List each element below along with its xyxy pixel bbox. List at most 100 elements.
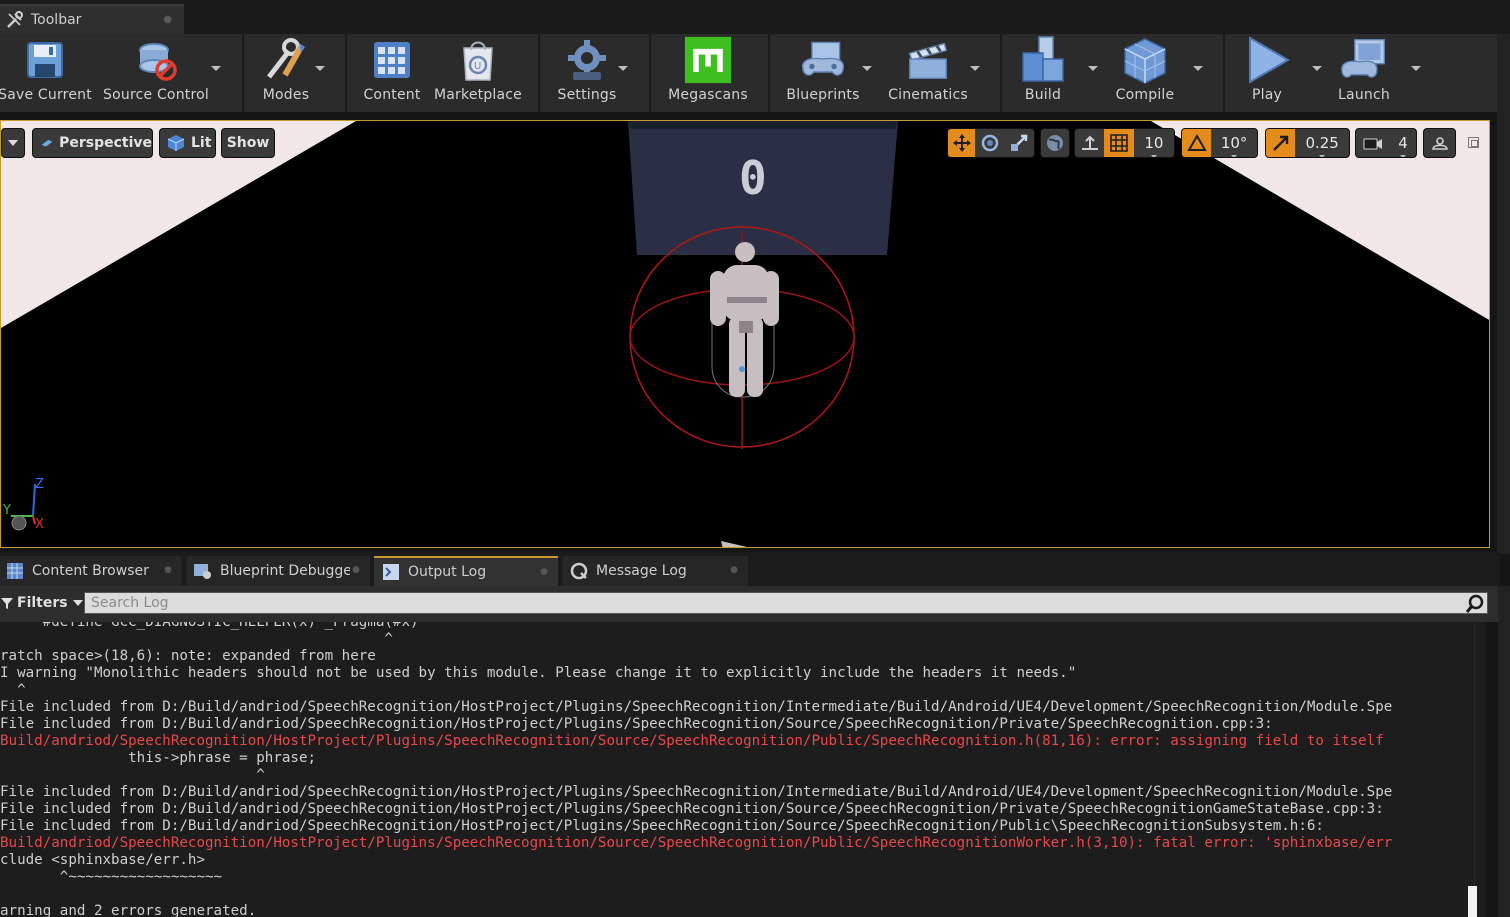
- tab-label: Blueprint Debugge: [220, 563, 350, 579]
- log-line: ^: [0, 767, 265, 783]
- scale-arrow-icon: [1272, 135, 1288, 151]
- grid-snap-toggle[interactable]: [1104, 129, 1134, 157]
- build-button[interactable]: Build: [1012, 34, 1074, 112]
- viewport-options-dropdown[interactable]: [1, 128, 25, 158]
- play-button[interactable]: Play: [1236, 34, 1298, 112]
- tab-content-browser[interactable]: Content Browser ●: [0, 556, 182, 586]
- modes-chevron-down-icon[interactable]: [315, 66, 325, 71]
- log-scrollbar-thumb[interactable]: [1468, 886, 1477, 917]
- scale-snap-value: 0.25: [1297, 134, 1346, 157]
- save-current-button[interactable]: Save Current: [0, 34, 92, 112]
- scale-mode-button[interactable]: [1005, 129, 1034, 157]
- compile-button[interactable]: Compile: [1110, 34, 1180, 112]
- axis-y-label: Y: [3, 503, 11, 518]
- globe-icon: [1047, 135, 1063, 151]
- tab-message-log[interactable]: Message Log ●: [562, 556, 748, 586]
- chevron-down-icon: [72, 600, 83, 606]
- source-control-icon: [139, 43, 177, 81]
- lit-button[interactable]: Lit: [159, 128, 216, 158]
- output-log-area[interactable]: #define GCC_DIAGNOSTIC_HELPER(x) _Pragma…: [0, 622, 1474, 917]
- blueprints-gamepad-icon: [801, 41, 845, 76]
- score-text: 0: [739, 151, 767, 205]
- blueprints-chevron-down-icon[interactable]: [862, 66, 872, 71]
- scale-snap-group: 0.25: [1265, 128, 1350, 158]
- log-line: File included from D:/Build/andriod/Spee…: [0, 699, 1393, 715]
- launch-button[interactable]: Launch: [1332, 34, 1396, 112]
- close-icon[interactable]: ●: [540, 567, 548, 577]
- tab-label: Content Browser: [32, 563, 149, 579]
- log-line-error: Build/andriod/SpeechRecognition/HostProj…: [0, 733, 1384, 749]
- funnel-icon: [1, 598, 13, 609]
- rotate-mode-button[interactable]: [975, 129, 1004, 157]
- content-grid-icon: [374, 42, 410, 78]
- tab-output-log[interactable]: Output Log ●: [374, 556, 558, 586]
- search-log-input[interactable]: [84, 592, 1488, 614]
- marketplace-label: Marketplace: [434, 87, 522, 103]
- rotation-snap-value-dropdown[interactable]: 10°: [1211, 129, 1257, 157]
- scale-snap-toggle[interactable]: [1266, 129, 1296, 157]
- camera-speed-group[interactable]: 4: [1355, 128, 1417, 158]
- close-icon[interactable]: ●: [730, 565, 738, 575]
- show-button[interactable]: Show: [221, 128, 275, 158]
- save-current-label: Save Current: [0, 87, 92, 103]
- blueprints-button[interactable]: Blueprints: [782, 34, 864, 112]
- cinematics-button[interactable]: Cinematics: [886, 34, 970, 112]
- perspective-button[interactable]: Perspective: [32, 128, 153, 158]
- translate-mode-button[interactable]: [948, 129, 976, 157]
- cinematics-chevron-down-icon[interactable]: [970, 66, 980, 71]
- maximize-viewport-icon[interactable]: [1468, 137, 1479, 148]
- gear-icon: [568, 40, 606, 80]
- svg-text:U: U: [474, 61, 481, 72]
- build-chevron-down-icon[interactable]: [1088, 66, 1098, 71]
- close-icon[interactable]: ●: [163, 14, 172, 25]
- level-viewport[interactable]: 0 Perspective Lit Show 10 10° 0.25 4 Z Y…: [0, 120, 1490, 548]
- scale-snap-value-dropdown[interactable]: 0.25: [1295, 129, 1349, 157]
- toolbar-divider: [768, 34, 770, 112]
- show-label: Show: [226, 135, 270, 151]
- compile-chevron-down-icon[interactable]: [1193, 66, 1203, 71]
- play-chevron-down-icon[interactable]: [1312, 66, 1322, 71]
- angle-icon: [1186, 134, 1207, 151]
- close-icon[interactable]: ●: [352, 565, 360, 575]
- search-icon[interactable]: [1465, 594, 1485, 614]
- megascans-logo-icon: [684, 36, 732, 84]
- log-scrollbar-track[interactable]: [1474, 622, 1485, 917]
- chevron-down-icon: [8, 140, 18, 146]
- toolbar-divider: [1000, 34, 1002, 112]
- world-local-toggle[interactable]: [1040, 128, 1070, 158]
- toolbar-divider: [242, 34, 244, 112]
- close-icon[interactable]: ●: [164, 565, 172, 575]
- modes-icon: [267, 38, 305, 79]
- log-filter-bar: Filters: [0, 586, 1500, 622]
- transform-mode-group: [947, 128, 1035, 158]
- log-line: ^~~~~~~~~~~~~~~~~~~: [0, 869, 223, 885]
- megascans-button[interactable]: Megascans: [662, 34, 754, 112]
- perspective-label: Perspective: [59, 135, 152, 151]
- launch-chevron-down-icon[interactable]: [1411, 66, 1421, 71]
- toolbar-tab[interactable]: Toolbar ●: [0, 4, 184, 34]
- log-line: I warning "Monolithic headers should not…: [0, 665, 1077, 681]
- viewport-layout-button[interactable]: [1423, 128, 1456, 158]
- settings-button[interactable]: Settings: [552, 34, 622, 112]
- source-control-button[interactable]: Source Control: [100, 34, 212, 112]
- surface-snap-button[interactable]: [1075, 129, 1104, 157]
- launch-label: Launch: [1338, 87, 1390, 103]
- blueprints-label: Blueprints: [786, 87, 860, 103]
- build-label: Build: [1024, 87, 1062, 103]
- play-icon: [1249, 36, 1290, 84]
- camera-speed-button[interactable]: [1356, 129, 1390, 157]
- rotation-snap-toggle[interactable]: [1182, 129, 1212, 157]
- rotation-snap-group: 10°: [1181, 128, 1258, 158]
- source-control-chevron-down-icon[interactable]: [211, 66, 221, 71]
- camera-speed-value-dropdown[interactable]: 4: [1390, 129, 1416, 157]
- marketplace-button[interactable]: U Marketplace: [434, 34, 522, 112]
- filters-button[interactable]: Filters: [0, 592, 83, 614]
- grid-snap-value-dropdown[interactable]: 10: [1134, 129, 1174, 157]
- log-line: #define GCC_DIAGNOSTIC_HELPER(x) _Pragma…: [0, 622, 419, 630]
- perspective-icon: [41, 139, 53, 147]
- tab-blueprint-debugger[interactable]: Blueprint Debugge ●: [186, 556, 370, 586]
- log-line: ^: [0, 631, 393, 647]
- settings-chevron-down-icon[interactable]: [618, 66, 628, 71]
- modes-button[interactable]: Modes: [252, 34, 320, 112]
- content-button[interactable]: Content: [356, 34, 428, 112]
